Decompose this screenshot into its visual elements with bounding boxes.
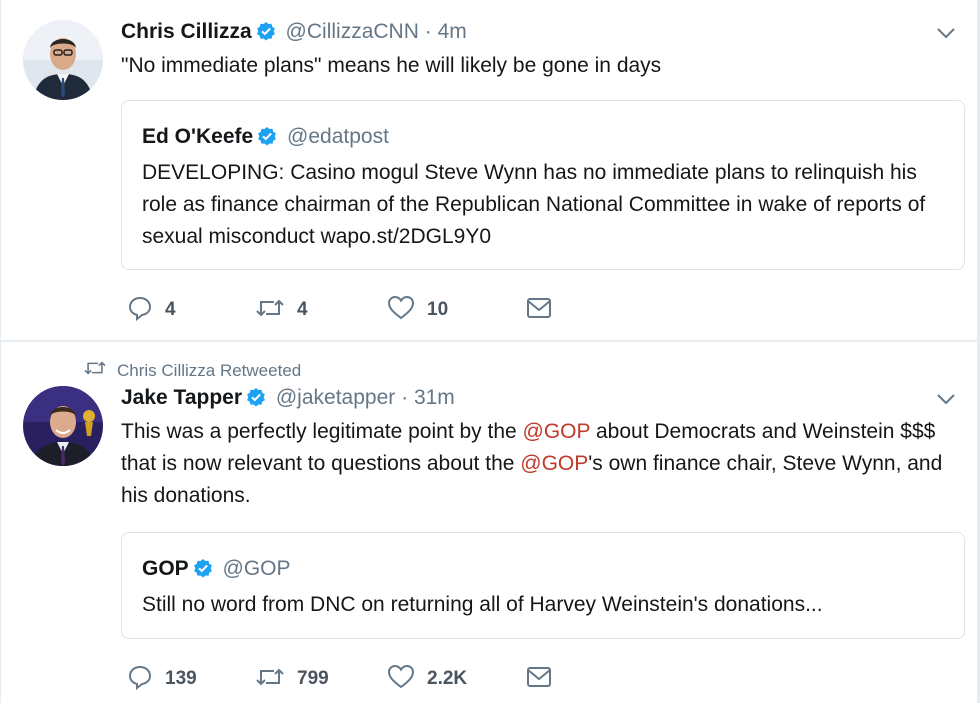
- reply-icon: [127, 664, 153, 695]
- verified-badge-icon: [257, 126, 277, 152]
- separator-dot: ·: [401, 386, 409, 409]
- reply-button[interactable]: 139: [127, 662, 197, 696]
- direct-message-button[interactable]: [525, 662, 553, 696]
- author-name[interactable]: Jake Tapper: [121, 386, 242, 409]
- heart-icon: [387, 664, 415, 695]
- tweet-card[interactable]: Chris Cillizza @CillizzaCNN · 4m "No imm…: [0, 0, 980, 341]
- tweet-text: This was a perfectly legitimate point by…: [121, 416, 947, 512]
- quote-author-handle: @edatpost: [287, 125, 389, 148]
- avatar[interactable]: [23, 20, 103, 100]
- heart-icon: [387, 295, 415, 326]
- quote-text: Still no word from DNC on returning all …: [142, 593, 823, 616]
- quote-author-name: GOP: [142, 557, 189, 580]
- verified-badge-icon: [256, 21, 276, 47]
- like-button[interactable]: 10: [387, 293, 448, 327]
- timestamp[interactable]: 31m: [414, 386, 455, 409]
- tweet-feed: Chris Cillizza @CillizzaCNN · 4m "No imm…: [0, 0, 980, 703]
- tweet-header: Jake Tapper @jaketapper · 31m: [121, 386, 937, 413]
- reply-button[interactable]: 4: [127, 293, 176, 327]
- tweet-text-part: This was a perfectly legitimate point by…: [121, 420, 523, 443]
- mention-link[interactable]: @GOP: [520, 452, 588, 475]
- quoted-tweet[interactable]: GOP @GOP Still no word from DNC on retur…: [121, 532, 965, 639]
- retweeted-by-label: Chris Cillizza Retweeted: [117, 360, 302, 380]
- avatar-photo-icon: [23, 20, 103, 100]
- author-handle[interactable]: @CillizzaCNN: [286, 20, 419, 43]
- retweet-icon: [83, 358, 117, 383]
- tweet-header: Chris Cillizza @CillizzaCNN · 4m: [121, 20, 937, 47]
- envelope-icon: [525, 295, 553, 326]
- like-count: 10: [427, 299, 449, 320]
- reply-icon: [127, 295, 153, 326]
- quote-header: Ed O'Keefe @edatpost: [142, 125, 389, 152]
- separator-dot: ·: [424, 20, 432, 43]
- verified-badge-icon: [246, 387, 266, 413]
- author-name[interactable]: Chris Cillizza: [121, 20, 252, 43]
- quote-author-handle: @GOP: [222, 557, 291, 580]
- direct-message-button[interactable]: [525, 293, 553, 327]
- author-handle[interactable]: @jaketapper: [276, 386, 395, 409]
- chevron-down-icon[interactable]: [935, 388, 957, 410]
- quoted-tweet[interactable]: Ed O'Keefe @edatpost DEVELOPING: Casino …: [121, 100, 965, 270]
- reply-count: 139: [165, 668, 197, 689]
- avatar-photo-icon: [23, 386, 103, 466]
- retweeted-by-context[interactable]: Chris Cillizza Retweeted: [83, 358, 301, 383]
- chevron-down-icon[interactable]: [935, 22, 957, 44]
- envelope-icon: [525, 664, 553, 695]
- quote-header: GOP @GOP: [142, 557, 291, 584]
- timestamp[interactable]: 4m: [438, 20, 467, 43]
- like-count: 2.2K: [427, 668, 468, 689]
- retweet-count: 799: [297, 668, 329, 689]
- quote-author-name: Ed O'Keefe: [142, 125, 254, 148]
- retweet-icon: [255, 664, 285, 695]
- mention-link[interactable]: @GOP: [523, 420, 591, 443]
- tweet-text: "No immediate plans" means he will likel…: [121, 54, 662, 77]
- retweet-count: 4: [297, 299, 308, 320]
- tweet-card[interactable]: Chris Cillizza Retweeted Jake Tapper @ja…: [0, 342, 980, 703]
- retweet-icon: [255, 295, 285, 326]
- retweet-button[interactable]: 799: [255, 662, 329, 696]
- avatar[interactable]: [23, 386, 103, 466]
- verified-badge-icon: [193, 558, 213, 584]
- reply-count: 4: [165, 299, 176, 320]
- like-button[interactable]: 2.2K: [387, 662, 467, 696]
- quote-text: DEVELOPING: Casino mogul Steve Wynn has …: [142, 161, 926, 248]
- retweet-button[interactable]: 4: [255, 293, 308, 327]
